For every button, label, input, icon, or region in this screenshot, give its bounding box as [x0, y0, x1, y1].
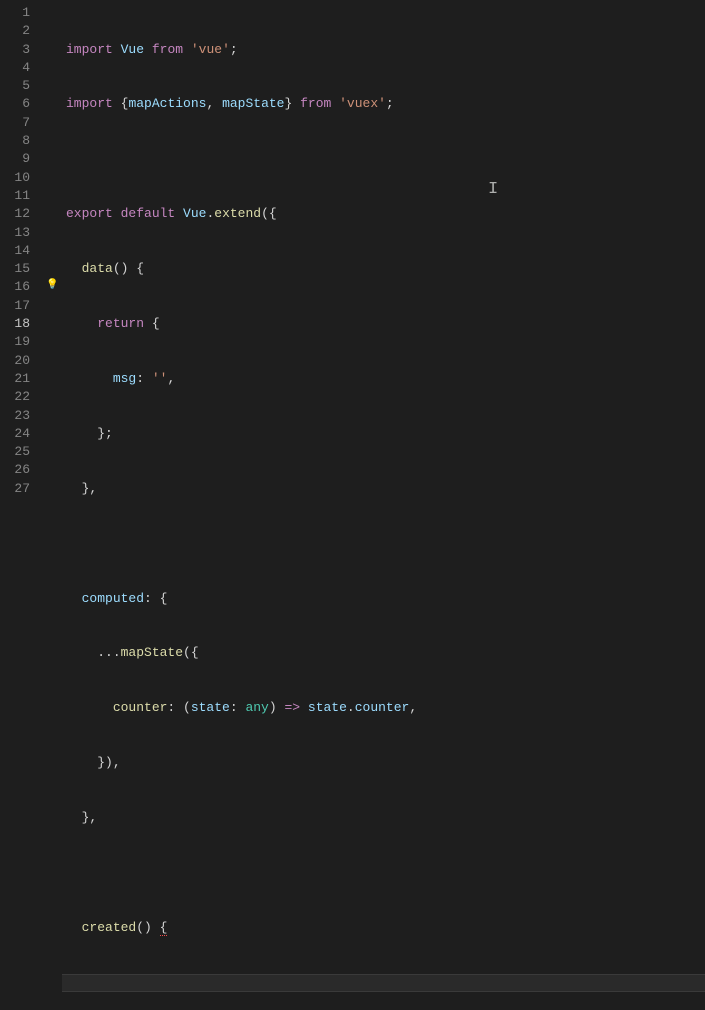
code-line[interactable]: import Vue from 'vue'; — [62, 41, 705, 59]
line-number: 19 — [0, 333, 30, 351]
code-line[interactable]: export default Vue.extend({ — [62, 205, 705, 223]
line-number: 26 — [0, 461, 30, 479]
code-line[interactable]: }, — [62, 809, 705, 827]
line-number: 23 — [0, 407, 30, 425]
code-area[interactable]: import Vue from 'vue'; import {mapAction… — [62, 0, 705, 505]
code-line[interactable] — [62, 150, 705, 168]
line-number: 25 — [0, 443, 30, 461]
code-line[interactable]: }, — [62, 480, 705, 498]
code-line[interactable] — [62, 864, 705, 882]
line-number: 9 — [0, 150, 30, 168]
line-number: 6 — [0, 95, 30, 113]
line-number: 16 — [0, 278, 30, 296]
code-line[interactable]: counter: (state: any) => state.counter, — [62, 699, 705, 717]
line-number: 8 — [0, 132, 30, 150]
code-line[interactable]: }), — [62, 754, 705, 772]
code-line[interactable]: computed: { — [62, 590, 705, 608]
line-number: 4 — [0, 59, 30, 77]
code-line[interactable]: }; — [62, 425, 705, 443]
lightbulb-icon[interactable]: 💡 — [46, 279, 58, 291]
line-number-gutter: 1 2 3 4 5 6 7 8 9 10 11 12 13 14 15 16 1… — [0, 0, 44, 505]
line-number: 17 — [0, 297, 30, 315]
line-number: 13 — [0, 224, 30, 242]
code-line-active[interactable] — [62, 974, 705, 992]
line-number: 21 — [0, 370, 30, 388]
code-line[interactable] — [62, 535, 705, 553]
code-line[interactable]: ...mapState({ — [62, 644, 705, 662]
line-number: 3 — [0, 41, 30, 59]
line-number: 24 — [0, 425, 30, 443]
line-number: 15 — [0, 260, 30, 278]
line-number: 20 — [0, 352, 30, 370]
glyph-margin: 💡 — [44, 0, 62, 505]
line-number: 22 — [0, 388, 30, 406]
line-number: 18 — [0, 315, 30, 333]
line-number: 11 — [0, 187, 30, 205]
line-number: 2 — [0, 22, 30, 40]
line-number: 10 — [0, 169, 30, 187]
code-line[interactable]: msg: '', — [62, 370, 705, 388]
code-line[interactable]: return { — [62, 315, 705, 333]
line-number: 12 — [0, 205, 30, 223]
code-editor[interactable]: 1 2 3 4 5 6 7 8 9 10 11 12 13 14 15 16 1… — [0, 0, 705, 505]
code-line[interactable]: created() { — [62, 919, 705, 937]
code-line[interactable]: data() { — [62, 260, 705, 278]
line-number: 14 — [0, 242, 30, 260]
code-line[interactable]: import {mapActions, mapState} from 'vuex… — [62, 95, 705, 113]
line-number: 1 — [0, 4, 30, 22]
line-number: 27 — [0, 480, 30, 498]
line-number: 5 — [0, 77, 30, 95]
line-number: 7 — [0, 114, 30, 132]
